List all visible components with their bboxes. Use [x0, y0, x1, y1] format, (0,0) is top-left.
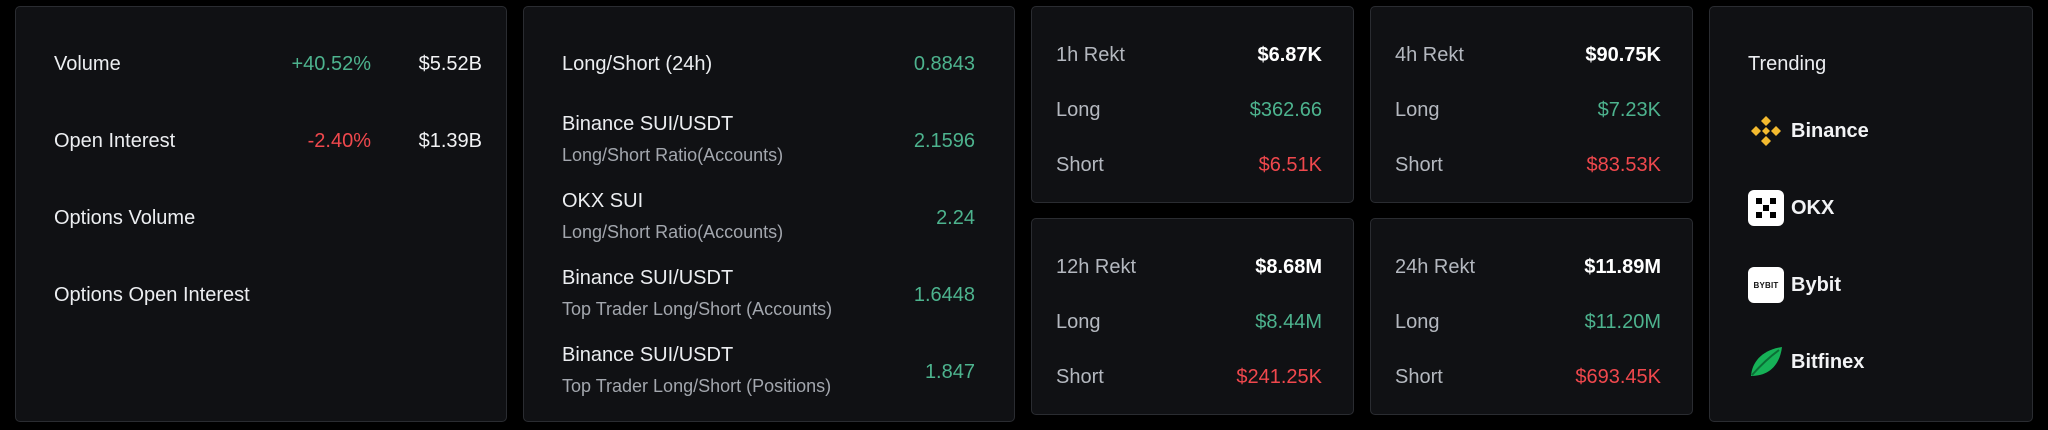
rekt-1h-label: 1h Rekt [1056, 44, 1125, 66]
ratio-subtitle: Top Trader Long/Short (Positions) [562, 376, 832, 396]
rekt-long-label: Long [1056, 311, 1101, 333]
rekt-short-label: Short [1056, 366, 1104, 388]
ratio-subtitle: Long/Short Ratio(Accounts) [562, 145, 784, 165]
trending-item-bitfinex[interactable]: Bitfinex [1748, 342, 1988, 382]
okx-logo-icon [1748, 190, 1784, 226]
options-open-interest-label: Options Open Interest [54, 284, 250, 306]
rekt-long-label: Long [1056, 99, 1101, 121]
ratio-value: 1.847 [924, 361, 975, 383]
rekt-short-label: Short [1395, 154, 1443, 176]
bybit-logo-icon: BYBIT [1748, 267, 1784, 303]
long-short-card: Long/Short (24h) 0.8843 Binance SUI/USDT… [523, 6, 1015, 422]
ratio-value: 2.1596 [913, 130, 975, 152]
volume-change: +40.52% [291, 53, 371, 75]
ratio-title: OKX SUI [562, 190, 644, 212]
rekt-long-value: $7.23K [1597, 99, 1661, 121]
open-interest-label: Open Interest [54, 130, 176, 152]
rekt-4h-label: 4h Rekt [1395, 44, 1464, 66]
rekt-4h-total: $90.75K [1585, 44, 1661, 66]
open-interest-change: -2.40% [307, 130, 371, 152]
binance-logo-icon [1751, 116, 1781, 146]
rekt-1h-total: $6.87K [1257, 44, 1323, 66]
rekt-short-value: $83.53K [1586, 154, 1661, 176]
rekt-long-value: $11.20M [1584, 311, 1661, 333]
trending-item-okx[interactable]: OKX [1748, 188, 1988, 228]
long-short-24h-value: 0.8843 [913, 53, 975, 75]
open-interest-value: $1.39B [418, 130, 482, 152]
rekt-24h-total: $11.89M [1584, 256, 1661, 278]
long-short-24h-label: Long/Short (24h) [562, 53, 713, 75]
bitfinex-logo-icon [1751, 347, 1782, 376]
rekt-long-label: Long [1395, 311, 1440, 333]
ratio-title: Binance SUI/USDT [562, 267, 734, 289]
trending-name: Bybit [1791, 274, 1841, 296]
market-stats-card: Volume +40.52% $5.52B Open Interest -2.4… [15, 6, 507, 422]
ratio-subtitle: Top Trader Long/Short (Accounts) [562, 299, 833, 319]
ratio-title: Binance SUI/USDT [562, 344, 734, 366]
rekt-short-value: $6.51K [1258, 154, 1322, 176]
volume-label: Volume [54, 53, 121, 75]
rekt-12h-total: $8.68M [1255, 256, 1322, 278]
trending-item-bybit[interactable]: BYBIT Bybit [1748, 265, 1988, 305]
ratio-value: 1.6448 [913, 284, 975, 306]
volume-value: $5.52B [418, 53, 482, 75]
trending-title: Trending [1748, 53, 1827, 75]
trending-name: Bitfinex [1791, 351, 1865, 373]
rekt-long-label: Long [1395, 99, 1440, 121]
rekt-24h-label: 24h Rekt [1395, 256, 1476, 278]
rekt-24h-card: 24h Rekt $11.89M Long $11.20M Short $693… [1370, 218, 1693, 415]
rekt-long-value: $8.44M [1255, 311, 1322, 333]
rekt-short-value: $693.45K [1575, 366, 1661, 388]
rekt-short-label: Short [1056, 154, 1104, 176]
ratio-subtitle: Long/Short Ratio(Accounts) [562, 222, 784, 242]
trending-name: OKX [1791, 197, 1835, 219]
rekt-12h-label: 12h Rekt [1056, 256, 1137, 278]
rekt-4h-card: 4h Rekt $90.75K Long $7.23K Short $83.53… [1370, 6, 1693, 203]
ratio-title: Binance SUI/USDT [562, 113, 734, 135]
ratio-value: 2.24 [936, 207, 975, 229]
rekt-12h-card: 12h Rekt $8.68M Long $8.44M Short $241.2… [1031, 218, 1354, 415]
trending-card: Trending Binance OKX BYBIT Bybit Bitfine… [1709, 6, 2033, 422]
rekt-1h-card: 1h Rekt $6.87K Long $362.66 Short $6.51K [1031, 6, 1354, 203]
rekt-short-value: $241.25K [1236, 366, 1322, 388]
options-volume-label: Options Volume [54, 207, 196, 229]
bybit-logo-text: BYBIT [1753, 280, 1779, 290]
rekt-long-value: $362.66 [1249, 99, 1322, 121]
trending-name: Binance [1791, 120, 1869, 142]
trending-item-binance[interactable]: Binance [1748, 111, 1988, 151]
rekt-short-label: Short [1395, 366, 1443, 388]
